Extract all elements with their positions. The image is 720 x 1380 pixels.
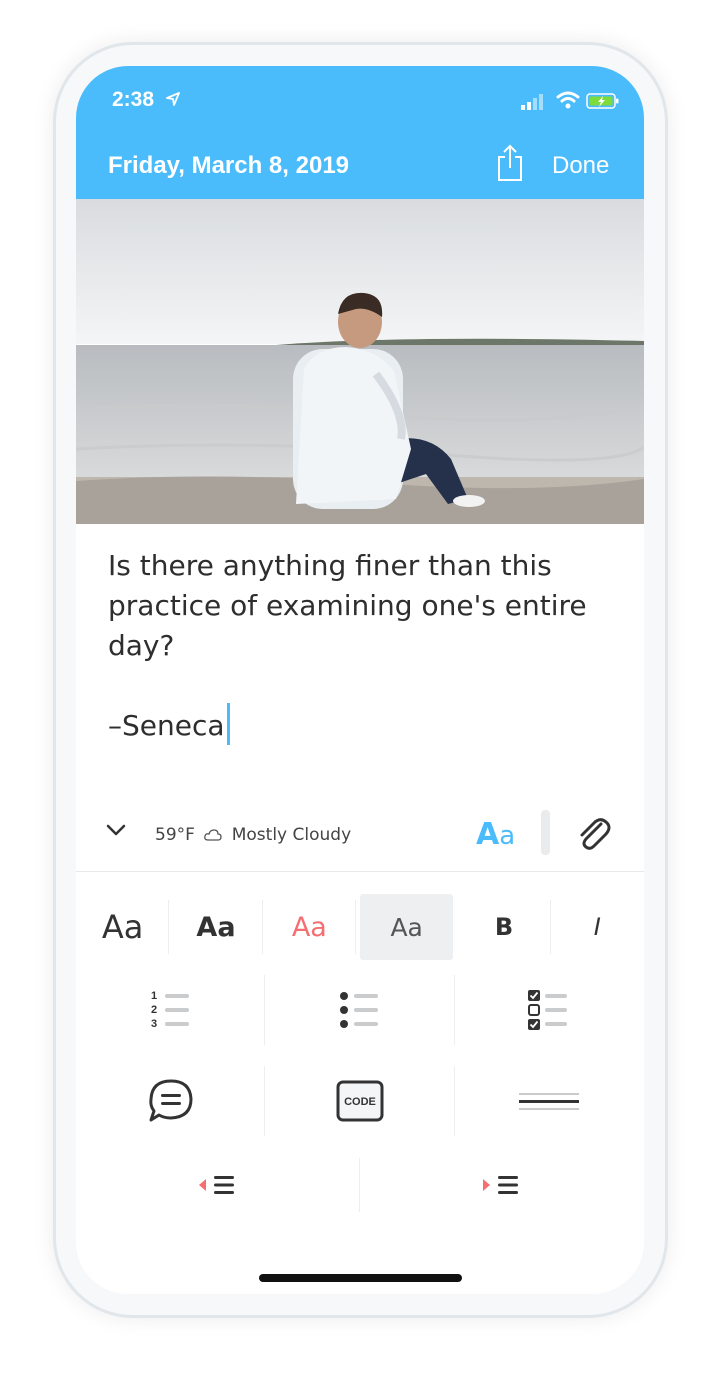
beach-photo-image <box>76 199 644 524</box>
speech-bubble-icon <box>148 1079 193 1122</box>
checklist-icon <box>528 990 568 1030</box>
weather-text: Mostly Cloudy <box>231 825 352 845</box>
code-label: CODE <box>344 1096 376 1108</box>
entry-line-2: practice of examining one's entire <box>108 589 587 622</box>
block-style-row: CODE <box>76 1060 644 1142</box>
style-heading-button[interactable]: Aa <box>169 894 263 960</box>
italic-button[interactable]: I <box>551 894 644 960</box>
number-2: 2 <box>151 1004 157 1016</box>
text-style-button[interactable]: Aa <box>476 817 515 852</box>
numbered-list-button[interactable]: 1 2 3 <box>76 969 266 1051</box>
style-body-button[interactable]: Aa <box>359 894 454 960</box>
cloud-icon <box>204 829 222 841</box>
horizontal-rule-icon <box>519 1093 580 1110</box>
paperclip-icon[interactable] <box>576 815 612 853</box>
entry-text-body[interactable]: Is there anything finer than this practi… <box>108 546 608 748</box>
entry-line-1: Is there anything finer than this <box>108 549 552 582</box>
weather-info: 59°F Mostly Cloudy <box>155 825 351 845</box>
style-title-button[interactable]: Aa <box>76 894 170 960</box>
number-3: 3 <box>151 1018 157 1030</box>
entry-date-title: Friday, March 8, 2019 <box>108 152 350 179</box>
text-style-small: a <box>499 821 516 851</box>
entry-meta-bar: 59°F Mostly Cloudy Aa <box>76 801 644 872</box>
code-icon: CODE <box>336 1080 384 1122</box>
text-style-row: Aa Aa Aa Aa B I <box>76 894 644 960</box>
text-cursor <box>226 703 230 745</box>
horizontal-rule-button[interactable] <box>455 1060 644 1142</box>
entry-photo[interactable] <box>76 199 644 524</box>
indent-row <box>76 1152 644 1218</box>
bulleted-list-button[interactable] <box>265 969 455 1051</box>
entry-signature: –Seneca <box>108 709 225 742</box>
header-bar: 2:38 Friday, March 8, 2019 Done <box>76 66 644 199</box>
entry-line-3: day? <box>108 629 175 662</box>
toolbar-separator <box>541 810 550 855</box>
outdent-button[interactable] <box>76 1152 360 1218</box>
bulleted-list-icon <box>339 992 378 1028</box>
done-button[interactable]: Done <box>552 152 609 180</box>
list-style-row: 1 2 3 <box>76 969 644 1051</box>
bold-button[interactable]: B <box>457 894 551 960</box>
code-block-button[interactable]: CODE <box>265 1060 455 1142</box>
location-arrow-icon <box>166 92 180 106</box>
share-icon[interactable] <box>496 144 524 182</box>
signal-icon <box>521 94 543 110</box>
outdent-icon <box>199 1176 234 1194</box>
app-screen: 2:38 Friday, March 8, 2019 Done Is there… <box>76 66 644 1294</box>
style-highlight-button[interactable]: Aa <box>263 894 357 960</box>
status-time: 2:38 <box>112 88 155 111</box>
number-1: 1 <box>151 990 157 1002</box>
indent-icon <box>483 1176 518 1194</box>
checklist-button[interactable] <box>455 969 644 1051</box>
temperature-text: 59°F <box>155 825 195 845</box>
wifi-icon <box>556 91 580 109</box>
battery-charging-icon <box>586 93 619 109</box>
quote-button[interactable] <box>76 1060 266 1142</box>
indent-button[interactable] <box>360 1152 644 1218</box>
chevron-down-icon[interactable] <box>106 823 126 837</box>
home-indicator[interactable] <box>259 1274 462 1282</box>
text-style-big: A <box>476 817 500 852</box>
numbered-list-icon: 1 2 3 <box>151 990 189 1030</box>
